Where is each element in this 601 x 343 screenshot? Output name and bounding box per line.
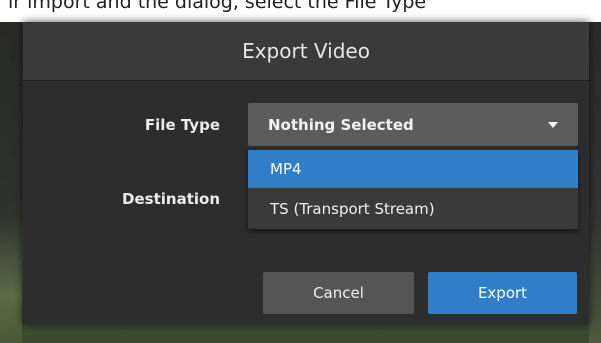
export-button[interactable]: Export [428,272,577,314]
background-clipped-text: ir import and the dialog, select the Fil… [8,0,427,13]
file-type-selected-value: Nothing Selected [268,115,414,134]
caret-down-icon [548,121,558,128]
export-video-dialog: Export Video File Type Destination Nothi… [23,22,589,325]
dialog-title: Export Video [242,39,370,63]
background-document-strip: ir import and the dialog, select the Fil… [0,0,601,22]
file-type-dropdown-menu: MP4 TS (Transport Stream) [248,150,578,229]
dropdown-option-ts[interactable]: TS (Transport Stream) [248,190,578,228]
destination-label: Destination [122,190,220,208]
cancel-button[interactable]: Cancel [263,272,414,314]
background-right-edge [589,22,601,343]
file-type-label: File Type [144,116,220,134]
dialog-header: Export Video [23,22,589,81]
file-type-select[interactable]: Nothing Selected [248,103,578,146]
dropdown-option-mp4[interactable]: MP4 [248,150,578,188]
background-left-edge [0,22,22,343]
